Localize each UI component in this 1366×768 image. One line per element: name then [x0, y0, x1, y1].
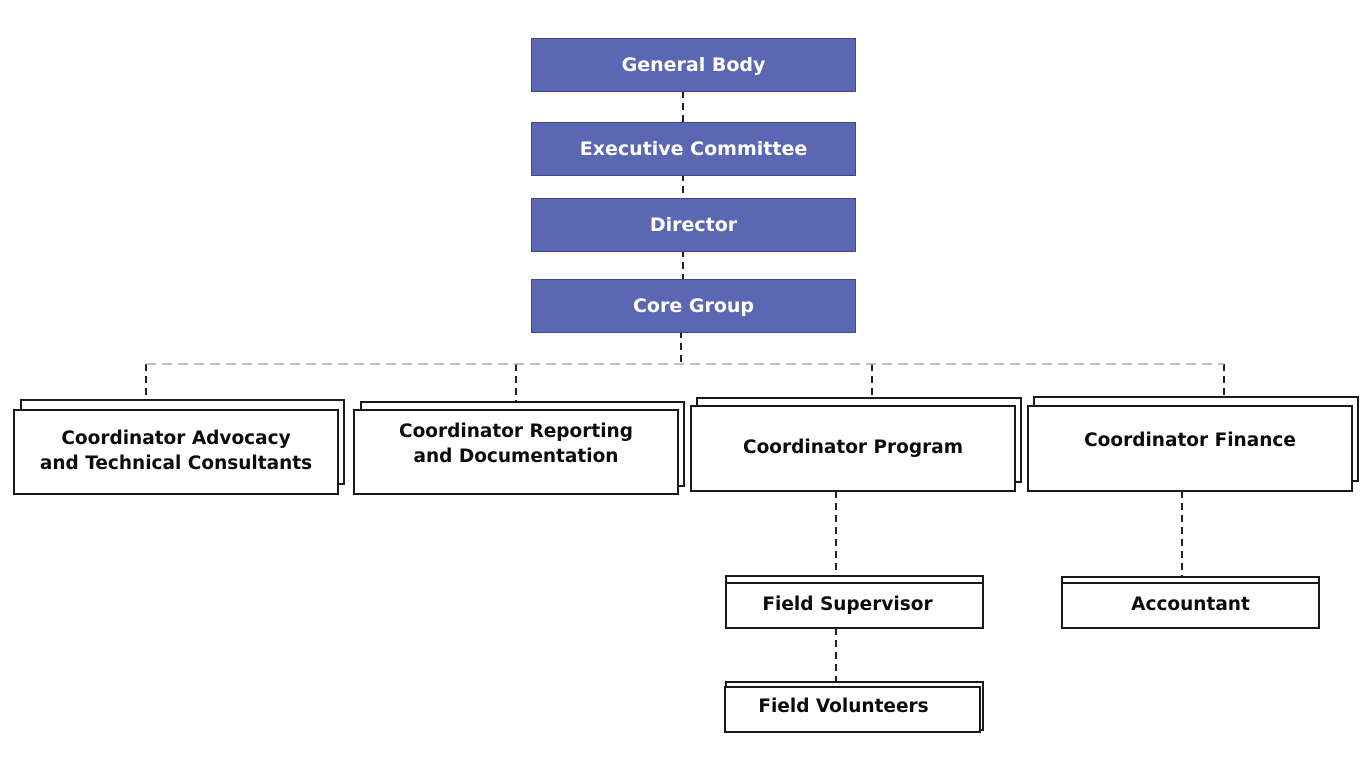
node-label-line1: Coordinator Reporting [399, 421, 633, 443]
node-director[interactable]: Director [531, 198, 856, 252]
node-field-volunteers[interactable]: Field Volunteers [724, 686, 981, 733]
node-coordinator-finance[interactable]: Coordinator Finance [1027, 405, 1353, 492]
node-label: Field Volunteers [758, 696, 929, 718]
node-label-line1: Coordinator Advocacy [61, 428, 291, 450]
connector-lines [145, 91, 1225, 683]
node-general-body[interactable]: General Body [531, 38, 856, 92]
node-label: Director [649, 214, 738, 236]
node-label-line2: and Documentation [413, 446, 619, 467]
node-label: Coordinator Finance [1084, 430, 1296, 452]
node-coordinator-reporting[interactable]: Coordinator Reporting and Documentation [353, 409, 679, 495]
node-coordinator-program[interactable]: Coordinator Program [690, 405, 1016, 492]
node-core-group[interactable]: Core Group [531, 279, 856, 333]
node-label-line2: and Technical Consultants [39, 453, 313, 474]
node-label: General Body [621, 54, 766, 76]
node-field-supervisor[interactable]: Field Supervisor [725, 582, 984, 629]
node-label: Coordinator Program [743, 437, 963, 459]
node-label: Accountant [1131, 594, 1250, 616]
node-coordinator-advocacy[interactable]: Coordinator Advocacy and Technical Consu… [13, 409, 339, 495]
node-label: Field Supervisor [762, 594, 933, 616]
node-executive-committee[interactable]: Executive Committee [531, 122, 856, 176]
node-label: Core Group [632, 295, 754, 317]
node-label: Executive Committee [579, 138, 808, 160]
node-accountant[interactable]: Accountant [1061, 582, 1320, 629]
